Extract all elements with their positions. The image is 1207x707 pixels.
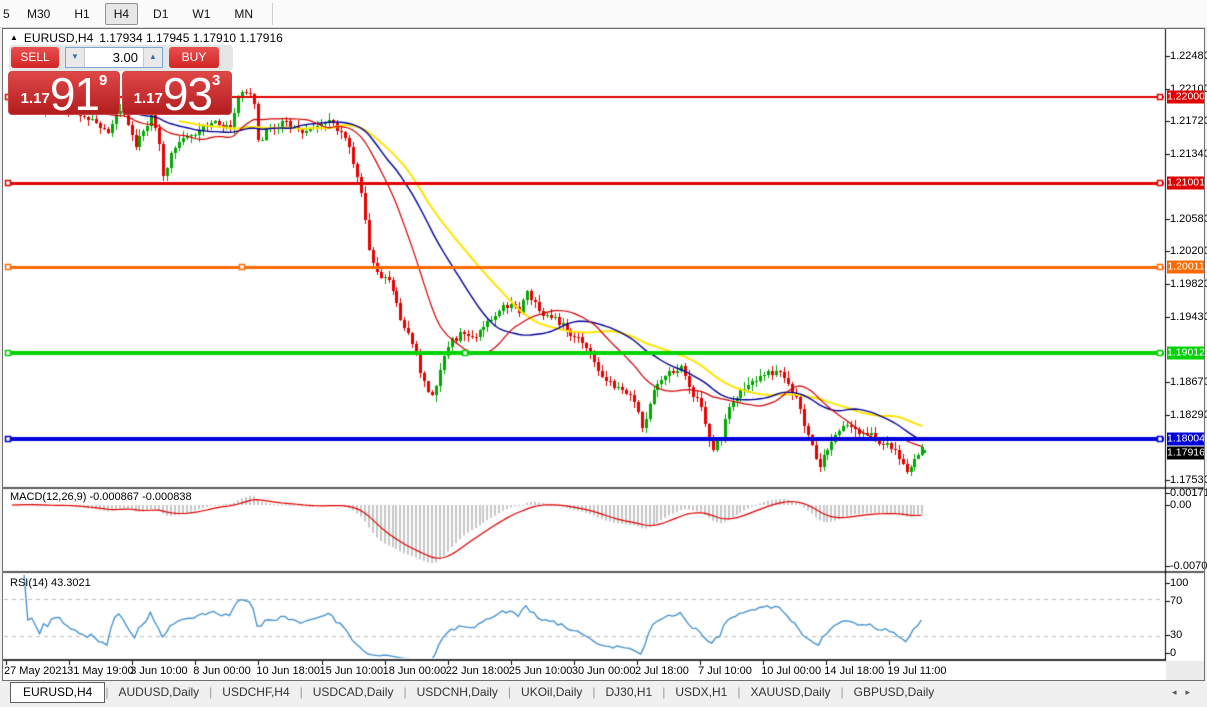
tab-item-dj30[interactable]: DJ30,H1 bbox=[596, 682, 663, 702]
time-axis-label: 2 Jul 18:00 bbox=[635, 665, 689, 677]
tab-item-usdcnh[interactable]: USDCNH,Daily bbox=[407, 682, 508, 702]
time-axis-label: 8 Jun 00:00 bbox=[193, 665, 251, 677]
tab-item-usdx[interactable]: USDX,H1 bbox=[665, 682, 737, 702]
time-axis-label: 15 Jun 10:00 bbox=[319, 665, 384, 677]
price-level-badge: 1.21001 bbox=[1167, 176, 1205, 190]
time-axis-label: 3 Jun 10:00 bbox=[130, 665, 188, 677]
price-tick-label: 1.18670 bbox=[1170, 376, 1207, 389]
time-axis-label: 27 May 2021 bbox=[4, 665, 68, 677]
price-level-badge: 1.18004 bbox=[1167, 432, 1205, 446]
time-axis-label: 30 Jun 00:00 bbox=[571, 665, 636, 677]
macd-axis-label: 0.001718 bbox=[1170, 487, 1207, 499]
price-tick-label: 1.21340 bbox=[1170, 147, 1207, 160]
tab-item-ukoil[interactable]: UKOil,Daily bbox=[511, 682, 592, 702]
rsi-axis-label: 0 bbox=[1170, 647, 1177, 659]
rsi-axis-label: 100 bbox=[1170, 577, 1189, 589]
tab-item-xauusd[interactable]: XAUUSD,Daily bbox=[740, 682, 840, 702]
rsi-axis-label: 70 bbox=[1170, 595, 1183, 607]
time-axis-label: 14 Jul 18:00 bbox=[824, 665, 885, 677]
time-axis-label: 19 Jul 11:00 bbox=[887, 665, 947, 677]
tab-active-symbol[interactable]: EURUSD,H4 bbox=[10, 682, 106, 703]
sell-price-sup: 9 bbox=[99, 72, 108, 89]
macd-indicator-label: MACD(12,26,9) -0.000867 -0.000838 bbox=[10, 491, 192, 503]
chart-ohlc-values: 1.17934 1.17945 1.17910 1.17916 bbox=[99, 31, 283, 45]
time-axis-label: 7 Jul 10:00 bbox=[698, 665, 752, 677]
collapse-triangle-icon[interactable]: ▲ bbox=[10, 33, 18, 42]
tab-item-usdcad[interactable]: USDCAD,Daily bbox=[303, 682, 404, 702]
one-click-trading-widget: SELL ▼ ▲ BUY 1.17 91 9 1.17 93 3 bbox=[8, 44, 234, 120]
price-tick-label: 1.20580 bbox=[1170, 212, 1207, 225]
tab-item-audusd[interactable]: AUDUSD,Daily bbox=[108, 682, 209, 702]
time-axis-label: 22 Jun 18:00 bbox=[445, 665, 510, 677]
price-tick-label: 1.21720 bbox=[1170, 115, 1207, 128]
price-tick-label: 1.18290 bbox=[1170, 408, 1207, 421]
price-tick-label: 1.19820 bbox=[1170, 277, 1207, 290]
tab-scroll-left-icon[interactable]: ◂ bbox=[1172, 687, 1186, 697]
sell-button[interactable]: SELL bbox=[11, 46, 59, 68]
rsi-indicator-label: RSI(14) 43.3021 bbox=[10, 577, 91, 589]
price-tick-label: 1.22480 bbox=[1170, 50, 1207, 62]
price-level-badge: 1.22000 bbox=[1167, 90, 1205, 104]
tab-item-usdchf[interactable]: USDCHF,H4 bbox=[212, 682, 299, 702]
price-level-badge: 1.19012 bbox=[1167, 346, 1205, 360]
sell-price-big: 91 bbox=[49, 68, 100, 120]
price-tick-label: 1.20200 bbox=[1170, 245, 1207, 258]
price-tick-label: 1.19430 bbox=[1170, 311, 1207, 324]
buy-price-big: 93 bbox=[162, 68, 213, 120]
chart-header: ▲ EURUSD,H4 1.17934 1.17945 1.17910 1.17… bbox=[10, 31, 283, 45]
buy-price-box[interactable]: 1.17 93 3 bbox=[122, 68, 232, 120]
time-axis-label: 18 Jun 00:00 bbox=[382, 665, 447, 677]
sell-price-prefix: 1.17 bbox=[20, 90, 50, 107]
sell-price-box[interactable]: 1.17 91 9 bbox=[8, 68, 120, 120]
volume-decrease-button[interactable]: ▼ bbox=[66, 47, 85, 67]
time-axis-label: 25 Jun 10:00 bbox=[508, 665, 573, 677]
bid-price-badge: 1.17916 bbox=[1167, 446, 1205, 460]
macd-axis-label: -0.00709 bbox=[1170, 560, 1207, 572]
price-level-badge: 1.20011 bbox=[1167, 260, 1205, 274]
chart-symbol: EURUSD,H4 bbox=[23, 31, 94, 45]
buy-price-sup: 3 bbox=[212, 72, 221, 89]
tab-item-gbpusd[interactable]: GBPUSD,Daily bbox=[844, 682, 945, 702]
volume-spinner: ▼ ▲ bbox=[65, 46, 163, 68]
buy-price-prefix: 1.17 bbox=[133, 90, 163, 107]
volume-increase-button[interactable]: ▲ bbox=[143, 47, 162, 67]
tab-scroll-right-icon[interactable]: ▸ bbox=[1185, 687, 1199, 697]
time-axis-label: 10 Jul 00:00 bbox=[761, 665, 822, 677]
rsi-axis-label: 30 bbox=[1170, 629, 1183, 641]
buy-button[interactable]: BUY bbox=[169, 46, 219, 68]
price-tick-label: 1.17530 bbox=[1170, 474, 1207, 486]
macd-axis-label: 0.00 bbox=[1170, 499, 1192, 511]
chart-tab-bar: EURUSD,H4 | AUDUSD,Daily | USDCHF,H4 | USDCAD… bbox=[0, 682, 1207, 707]
volume-input[interactable] bbox=[85, 47, 143, 67]
time-axis-label: 10 Jun 18:00 bbox=[256, 665, 321, 677]
time-axis-label: 31 May 19:00 bbox=[67, 665, 134, 677]
